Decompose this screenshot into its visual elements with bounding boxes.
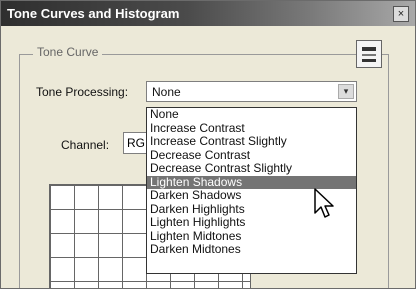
- title-bar[interactable]: Tone Curves and Histogram ×: [1, 1, 415, 26]
- channel-label: Channel:: [61, 138, 110, 152]
- dropdown-option[interactable]: Lighten Shadows: [147, 175, 356, 189]
- dropdown-option[interactable]: Increase Contrast Slightly: [147, 134, 356, 149]
- tone-processing-select[interactable]: None ▾: [146, 81, 357, 102]
- dropdown-option[interactable]: Decrease Contrast: [147, 148, 356, 163]
- tone-processing-value: None: [152, 85, 181, 99]
- close-button[interactable]: ×: [393, 6, 409, 22]
- chevron-down-icon[interactable]: ▾: [338, 84, 354, 99]
- dropdown-option[interactable]: Decrease Contrast Slightly: [147, 161, 356, 176]
- dropdown-option[interactable]: Darken Midtones: [147, 242, 356, 257]
- dropdown-option[interactable]: Increase Contrast: [147, 121, 356, 136]
- window-title: Tone Curves and Histogram: [7, 6, 180, 21]
- mouse-pointer-icon: [314, 188, 334, 218]
- dropdown-option[interactable]: None: [147, 108, 356, 122]
- tone-processing-label: Tone Processing:: [36, 85, 129, 99]
- save-curve-icon[interactable]: [356, 40, 382, 68]
- tone-curves-dialog: Tone Curves and Histogram × Tone Curve T…: [0, 0, 416, 289]
- tone-curve-legend: Tone Curve: [33, 45, 103, 59]
- dropdown-option[interactable]: Lighten Midtones: [147, 229, 356, 244]
- channel-select[interactable]: RG: [123, 132, 147, 154]
